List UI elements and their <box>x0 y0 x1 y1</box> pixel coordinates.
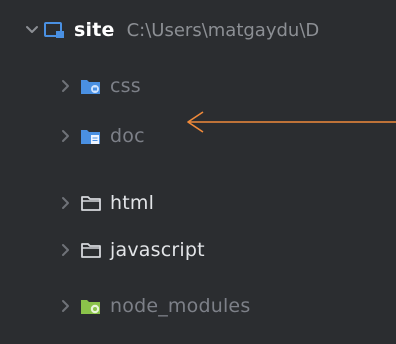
folder-docs-icon <box>81 130 100 144</box>
chevron-right-icon[interactable] <box>58 128 74 144</box>
tree-item-javascript[interactable]: javascript <box>0 226 396 274</box>
tree-item-css[interactable]: css <box>0 62 396 110</box>
folder-node-icon <box>81 300 100 314</box>
folder-outline-icon <box>81 243 101 258</box>
tree-item-label: node_modules <box>110 295 251 317</box>
chevron-right-icon[interactable] <box>58 78 74 94</box>
tree-item-label: javascript <box>110 239 205 261</box>
tree-item-label: doc <box>110 125 145 147</box>
chevron-down-icon[interactable] <box>24 22 40 38</box>
project-module-icon <box>44 22 64 38</box>
tree-item-doc[interactable]: doc <box>0 112 396 160</box>
tree-item-html[interactable]: html <box>0 179 396 227</box>
tree-item-label: html <box>110 192 155 214</box>
chevron-right-icon[interactable] <box>58 195 74 211</box>
tree-item-label: css <box>110 75 141 97</box>
folder-outline-icon <box>81 196 101 211</box>
tree-root-site[interactable]: site C:\Users\matgaydu\D <box>0 6 396 54</box>
tree-item-node-modules[interactable]: node_modules <box>0 282 396 330</box>
root-folder-label: site <box>74 19 115 41</box>
chevron-right-icon[interactable] <box>58 298 74 314</box>
project-tree: site C:\Users\matgaydu\D css doc html ja… <box>0 0 396 344</box>
folder-stylesheet-icon <box>81 80 100 94</box>
chevron-right-icon[interactable] <box>58 242 74 258</box>
root-folder-path: C:\Users\matgaydu\D <box>126 19 320 41</box>
